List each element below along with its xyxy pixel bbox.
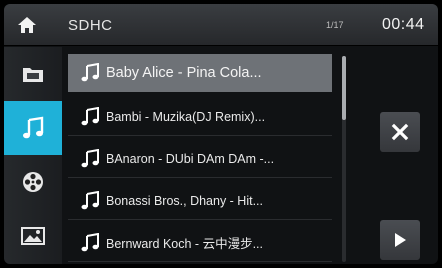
music-note-icon bbox=[81, 63, 99, 82]
source-title: SDHC bbox=[68, 17, 113, 34]
track-title: Baby Alice - Pina Cola... bbox=[106, 65, 262, 81]
track-list-item[interactable]: Bonassi Bros., Dhany - Hit... bbox=[68, 182, 332, 220]
track-title: Bernward Koch - 云中漫步... bbox=[106, 237, 263, 251]
sidebar-item-music[interactable] bbox=[4, 101, 62, 155]
track-title: BAnaron - DUbi DAm DAm -... bbox=[106, 151, 275, 166]
music-note-icon bbox=[81, 190, 99, 209]
home-button[interactable] bbox=[14, 12, 40, 38]
track-list-item[interactable]: Bambi - Muzika(DJ Remix)... bbox=[68, 98, 332, 136]
list-scrollbar-thumb[interactable] bbox=[342, 56, 346, 120]
track-title: Bonassi Bros., Dhany - Hit... bbox=[106, 193, 264, 208]
close-button[interactable] bbox=[380, 112, 420, 152]
media-player-screen: SDHC 1/17 00:44 Baby Alice - Pina Cola..… bbox=[4, 4, 438, 264]
sidebar-item-photo[interactable] bbox=[4, 209, 62, 263]
sidebar-item-folder[interactable] bbox=[4, 47, 62, 101]
sidebar bbox=[4, 47, 62, 264]
image-icon bbox=[21, 227, 45, 245]
music-note-icon bbox=[81, 232, 99, 251]
track-title: Bambi - Muzika(DJ Remix)... bbox=[106, 109, 266, 124]
music-note-icon bbox=[81, 106, 99, 125]
home-icon bbox=[18, 17, 36, 33]
play-button[interactable] bbox=[380, 220, 420, 260]
music-note-icon bbox=[23, 116, 44, 139]
clock: 00:44 bbox=[382, 16, 425, 33]
track-list-item[interactable]: Baby Alice - Pina Cola... bbox=[68, 54, 332, 92]
track-counter: 1/17 bbox=[326, 20, 344, 30]
track-list: Baby Alice - Pina Cola... Bambi - Muzika… bbox=[68, 52, 336, 264]
folder-icon bbox=[23, 68, 43, 82]
play-icon bbox=[395, 233, 406, 247]
reel-icon bbox=[23, 172, 43, 192]
sidebar-item-video[interactable] bbox=[4, 155, 62, 209]
music-note-icon bbox=[81, 148, 99, 167]
top-bar: SDHC 1/17 00:44 bbox=[4, 4, 438, 46]
track-list-item[interactable]: Bernward Koch - 云中漫步... bbox=[68, 224, 332, 262]
track-list-item[interactable]: BAnaron - DUbi DAm DAm -... bbox=[68, 140, 332, 178]
close-icon bbox=[391, 123, 409, 141]
